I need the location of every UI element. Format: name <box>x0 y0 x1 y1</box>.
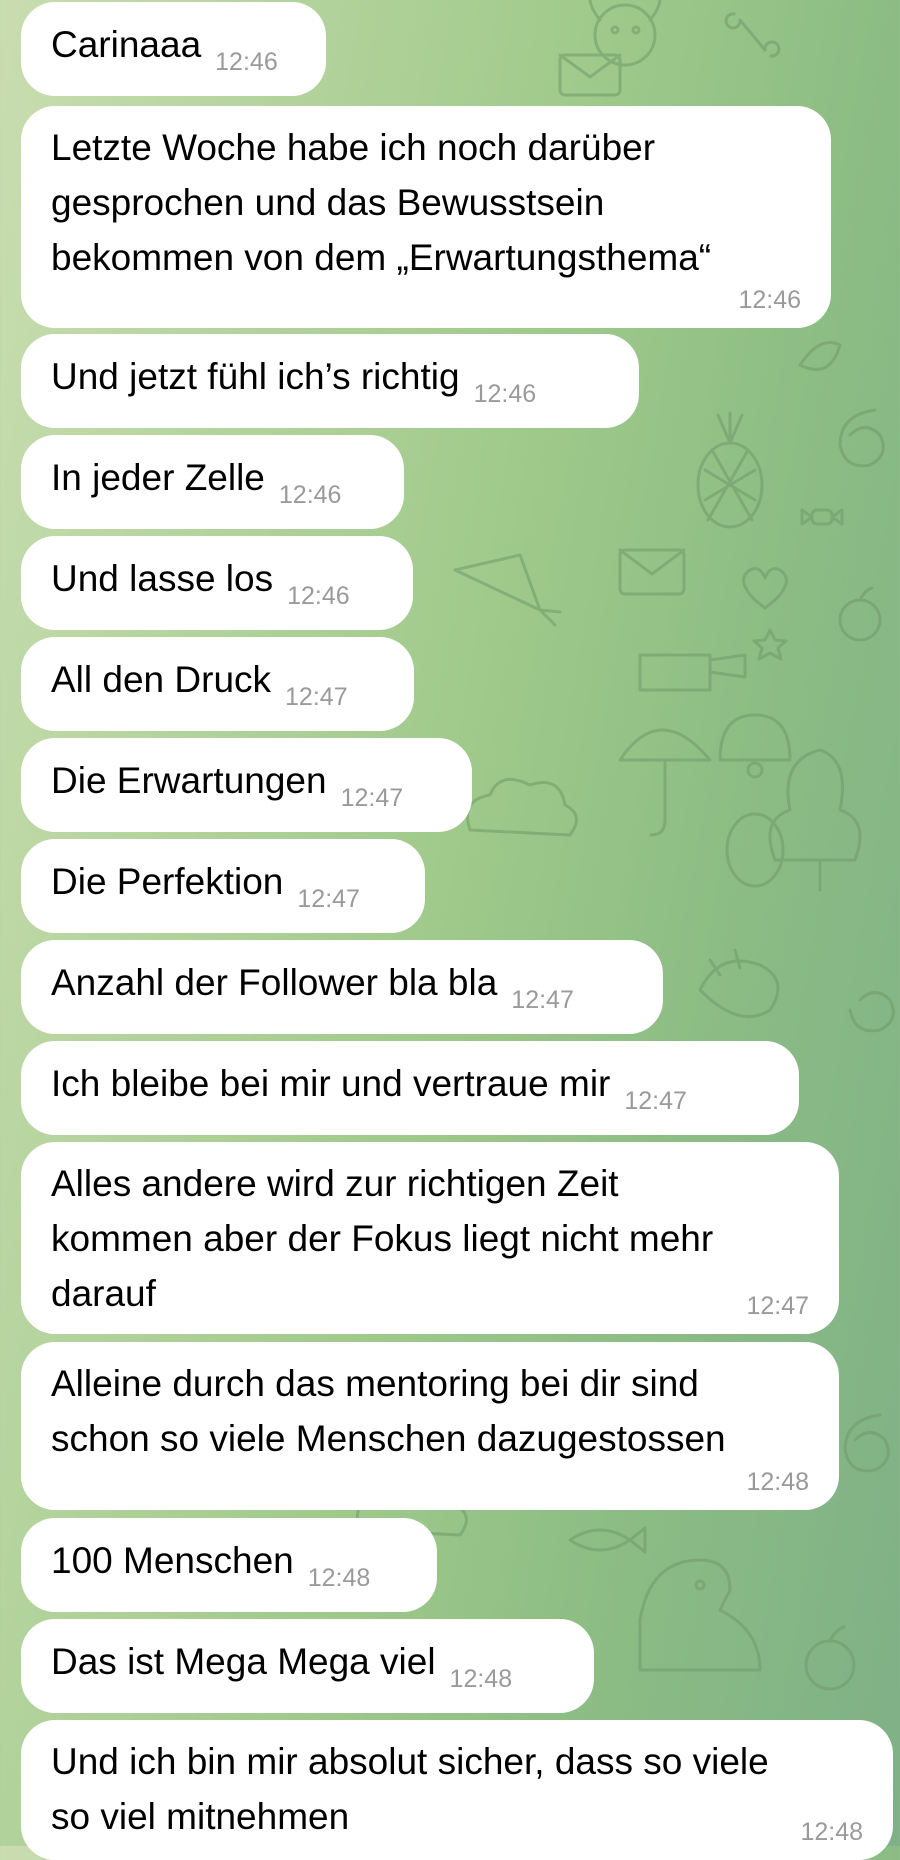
message-text: All den Druck <box>51 658 272 700</box>
message-text: Alles andere wird zur richtigen Zeit kom… <box>51 1163 714 1314</box>
message-text: Und ich bin mir absolut sicher, dass so … <box>51 1741 769 1837</box>
message-text: Letzte Woche habe ich noch darüber gespr… <box>51 127 712 278</box>
message-timestamp: 12:47 <box>297 885 360 913</box>
message-timestamp: 12:46 <box>473 380 537 408</box>
chat-history[interactable]: Carinaaa 12:46 Letzte Woche habe ich noc… <box>0 0 900 1860</box>
message-bubble[interactable]: Die Erwartungen 12:47 <box>21 738 472 832</box>
message-timestamp: 12:46 <box>287 582 350 610</box>
message-timestamp: 12:48 <box>307 1564 371 1592</box>
message-bubble[interactable]: Und lasse los 12:46 <box>21 536 413 630</box>
message-text: Die Erwartungen <box>51 759 327 801</box>
message-timestamp: 12:47 <box>340 784 404 812</box>
message-bubble[interactable]: In jeder Zelle 12:46 <box>21 435 404 529</box>
message-bubble[interactable]: Die Perfektion 12:47 <box>21 839 425 933</box>
message-text: Die Perfektion <box>51 860 284 902</box>
message-text: Carinaaa <box>51 23 202 65</box>
message-bubble[interactable]: 100 Menschen 12:48 <box>21 1518 437 1612</box>
message-bubble[interactable]: All den Druck 12:47 <box>21 637 414 731</box>
message-timestamp: 12:47 <box>746 1292 809 1320</box>
message-bubble[interactable]: Alles andere wird zur richtigen Zeit kom… <box>21 1142 839 1334</box>
message-text: In jeder Zelle <box>51 456 265 498</box>
message-text: 100 Menschen <box>51 1539 294 1581</box>
message-timestamp: 12:47 <box>624 1087 687 1115</box>
message-timestamp: 12:48 <box>800 1818 863 1846</box>
message-timestamp: 12:46 <box>738 286 801 314</box>
message-text: Ich bleibe bei mir und vertraue mir <box>51 1062 611 1104</box>
message-timestamp: 12:46 <box>215 48 278 76</box>
message-timestamp: 12:48 <box>449 1665 513 1693</box>
message-timestamp: 12:48 <box>746 1468 809 1496</box>
message-bubble[interactable]: Das ist Mega Mega viel 12:48 <box>21 1619 594 1713</box>
message-timestamp: 12:47 <box>285 683 348 711</box>
message-bubble[interactable]: Ich bleibe bei mir und vertraue mir 12:4… <box>21 1041 799 1135</box>
message-bubble[interactable]: Letzte Woche habe ich noch darüber gespr… <box>21 106 831 328</box>
message-text: Das ist Mega Mega viel <box>51 1640 436 1682</box>
message-text: Anzahl der Follower bla bla <box>51 961 498 1003</box>
message-bubble[interactable]: Anzahl der Follower bla bla 12:47 <box>21 940 663 1034</box>
message-text: Und lasse los <box>51 557 274 599</box>
message-timestamp: 12:47 <box>511 986 574 1014</box>
message-bubble[interactable]: Und jetzt fühl ich’s richtig 12:46 <box>21 334 639 428</box>
message-bubble[interactable]: Carinaaa 12:46 <box>21 2 326 96</box>
message-timestamp: 12:46 <box>278 481 342 509</box>
message-bubble[interactable]: Und ich bin mir absolut sicher, dass so … <box>21 1720 893 1860</box>
message-text: Und jetzt fühl ich’s richtig <box>51 355 460 397</box>
message-text: Alleine durch das mentoring bei dir sind… <box>51 1363 726 1459</box>
message-bubble[interactable]: Alleine durch das mentoring bei dir sind… <box>21 1342 839 1510</box>
